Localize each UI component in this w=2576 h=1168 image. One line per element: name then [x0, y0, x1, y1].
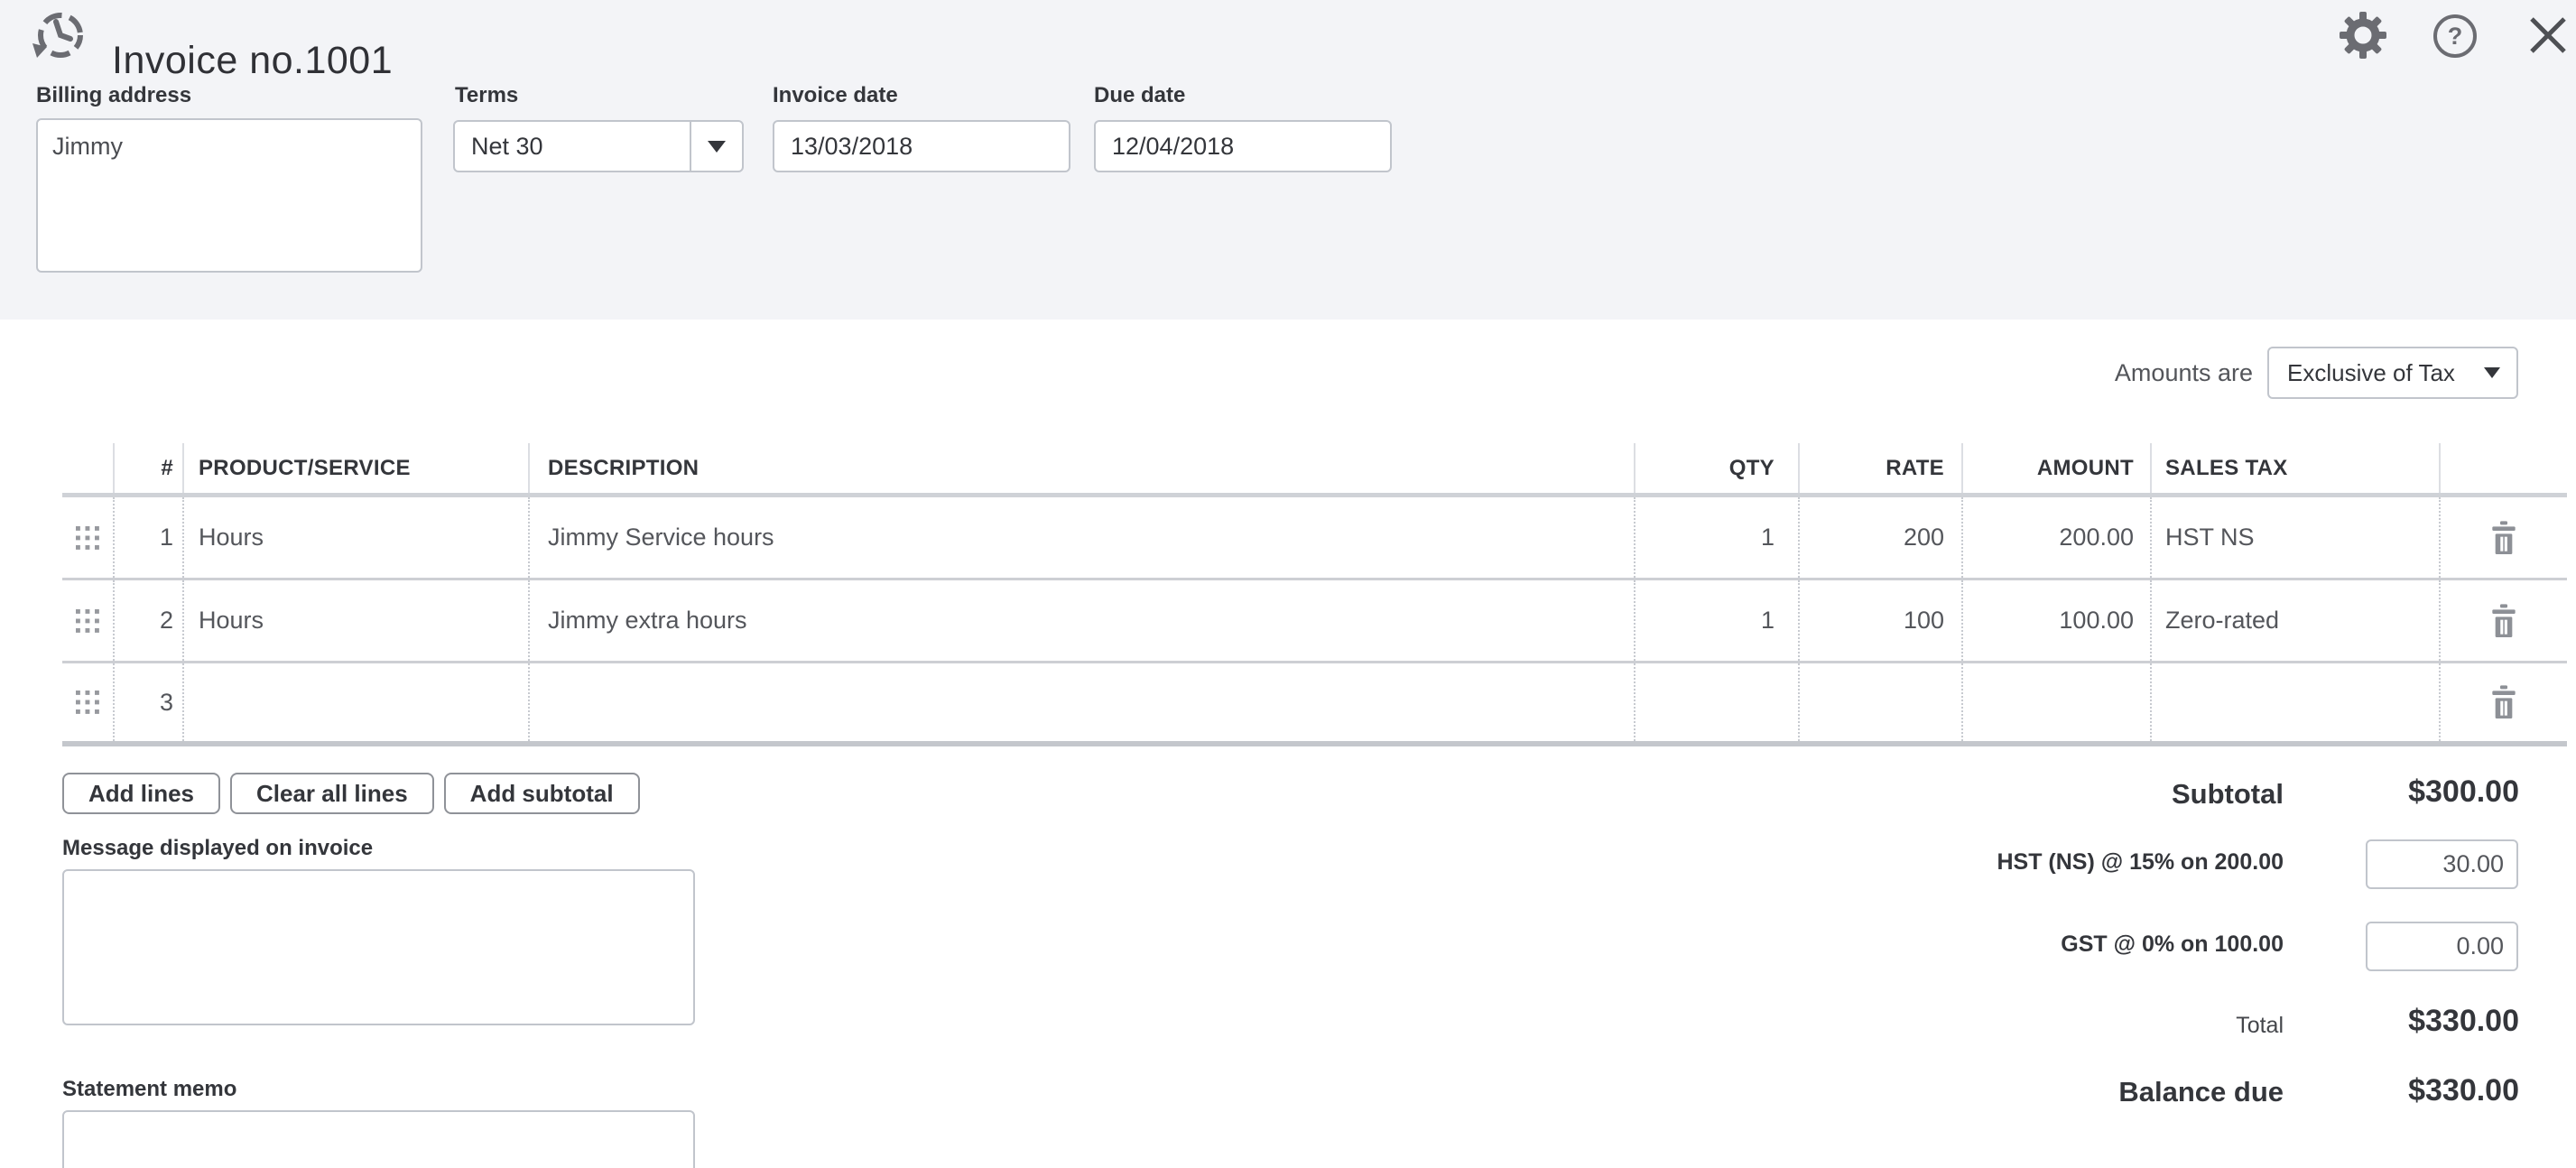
rate-cell[interactable] — [1800, 663, 1963, 741]
header-description: DESCRIPTION — [530, 443, 1635, 493]
delete-row-button[interactable] — [2489, 685, 2518, 719]
table-row: 2 Hours Jimmy extra hours 1 100 100.00 Z… — [62, 580, 2567, 663]
sales-tax-cell[interactable] — [2152, 663, 2441, 741]
terms-label: Terms — [455, 83, 518, 108]
drag-handle-icon[interactable] — [76, 691, 99, 714]
drag-handle-icon[interactable] — [76, 609, 99, 633]
amount-cell[interactable]: 200.00 — [1963, 497, 2152, 578]
sales-tax-cell[interactable]: HST NS — [2152, 497, 2441, 578]
invoice-topbar: Invoice no.1001 — [0, 0, 2576, 320]
tax-line-amount-field[interactable] — [2366, 922, 2518, 971]
invoice-date-label: Invoice date — [773, 83, 898, 108]
drag-handle-icon[interactable] — [76, 526, 99, 550]
tax-line-label: HST (NS) @ 15% on 200.00 — [1997, 849, 2284, 876]
subtotal-value: $300.00 — [2408, 774, 2519, 810]
header-rate: RATE — [1800, 443, 1963, 493]
due-date-field[interactable] — [1094, 120, 1392, 172]
amounts-are-select[interactable]: Exclusive of Tax — [2267, 347, 2518, 399]
header-number: # — [115, 443, 184, 493]
amount-cell[interactable] — [1963, 663, 2152, 741]
close-icon[interactable] — [2526, 14, 2570, 61]
rate-cell[interactable]: 200 — [1800, 497, 1963, 578]
product-cell[interactable]: Hours — [184, 580, 530, 661]
total-label: Total — [2236, 1013, 2284, 1039]
line-items-table: # PRODUCT/SERVICE DESCRIPTION QTY RATE A… — [62, 443, 2567, 746]
description-cell[interactable] — [530, 663, 1635, 741]
rate-cell[interactable]: 100 — [1800, 580, 1963, 661]
amount-cell[interactable]: 100.00 — [1963, 580, 2152, 661]
qty-cell[interactable]: 1 — [1635, 580, 1800, 661]
row-number: 2 — [115, 580, 184, 661]
balance-due-label: Balance due — [2118, 1076, 2284, 1108]
delete-row-button[interactable] — [2489, 604, 2518, 638]
amounts-are-label: Amounts are — [2115, 359, 2253, 387]
due-date-label: Due date — [1094, 83, 1185, 108]
delete-row-button[interactable] — [2489, 521, 2518, 555]
description-cell[interactable]: Jimmy extra hours — [530, 580, 1635, 661]
chevron-down-icon — [708, 141, 726, 153]
chevron-down-icon — [2484, 367, 2500, 378]
balance-due-value: $330.00 — [2408, 1073, 2519, 1108]
billing-address-label: Billing address — [36, 83, 191, 108]
statement-memo-field[interactable] — [62, 1110, 695, 1168]
table-header-row: # PRODUCT/SERVICE DESCRIPTION QTY RATE A… — [62, 443, 2567, 497]
add-subtotal-button[interactable]: Add subtotal — [444, 773, 640, 814]
tax-line-label: GST @ 0% on 100.00 — [2061, 932, 2284, 958]
total-value: $330.00 — [2408, 1004, 2519, 1039]
header-qty: QTY — [1635, 443, 1800, 493]
help-icon[interactable]: ? — [2433, 14, 2477, 58]
product-cell[interactable] — [184, 663, 530, 741]
qty-cell[interactable] — [1635, 663, 1800, 741]
row-number: 3 — [115, 663, 184, 741]
terms-dropdown-button[interactable] — [690, 122, 742, 171]
terms-value: Net 30 — [455, 133, 690, 161]
header-amount: AMOUNT — [1963, 443, 2152, 493]
message-on-invoice-field[interactable] — [62, 869, 695, 1025]
billing-address-field[interactable]: Jimmy — [36, 118, 422, 273]
description-cell[interactable]: Jimmy Service hours — [530, 497, 1635, 578]
page-title: Invoice no.1001 — [112, 33, 393, 88]
terms-select[interactable]: Net 30 — [453, 120, 744, 172]
invoice-date-field[interactable] — [773, 120, 1070, 172]
recent-transactions-icon[interactable] — [25, 11, 90, 68]
sales-tax-cell[interactable]: Zero-rated — [2152, 580, 2441, 661]
header-product-service: PRODUCT/SERVICE — [184, 443, 530, 493]
amounts-are-value: Exclusive of Tax — [2269, 359, 2484, 387]
subtotal-label: Subtotal — [2172, 778, 2284, 811]
amounts-are-row: Amounts are Exclusive of Tax — [2115, 347, 2518, 399]
invoice-editor: Invoice no.1001 — [0, 0, 2576, 1168]
statement-memo-label: Statement memo — [62, 1077, 236, 1102]
message-on-invoice-label: Message displayed on invoice — [62, 836, 373, 861]
table-row: 3 — [62, 663, 2567, 746]
table-row: 1 Hours Jimmy Service hours 1 200 200.00… — [62, 497, 2567, 580]
line-actions: Add lines Clear all lines Add subtotal — [62, 773, 640, 814]
header-handle-spacer — [62, 443, 115, 493]
qty-cell[interactable]: 1 — [1635, 497, 1800, 578]
clear-all-lines-button[interactable]: Clear all lines — [230, 773, 434, 814]
settings-gear-icon[interactable] — [2339, 11, 2387, 64]
tax-line-amount-field[interactable] — [2366, 839, 2518, 889]
product-cell[interactable]: Hours — [184, 497, 530, 578]
header-sales-tax: SALES TAX — [2152, 443, 2441, 493]
help-glyph: ? — [2448, 23, 2463, 51]
header-delete-spacer — [2441, 443, 2567, 493]
add-lines-button[interactable]: Add lines — [62, 773, 220, 814]
row-number: 1 — [115, 497, 184, 578]
